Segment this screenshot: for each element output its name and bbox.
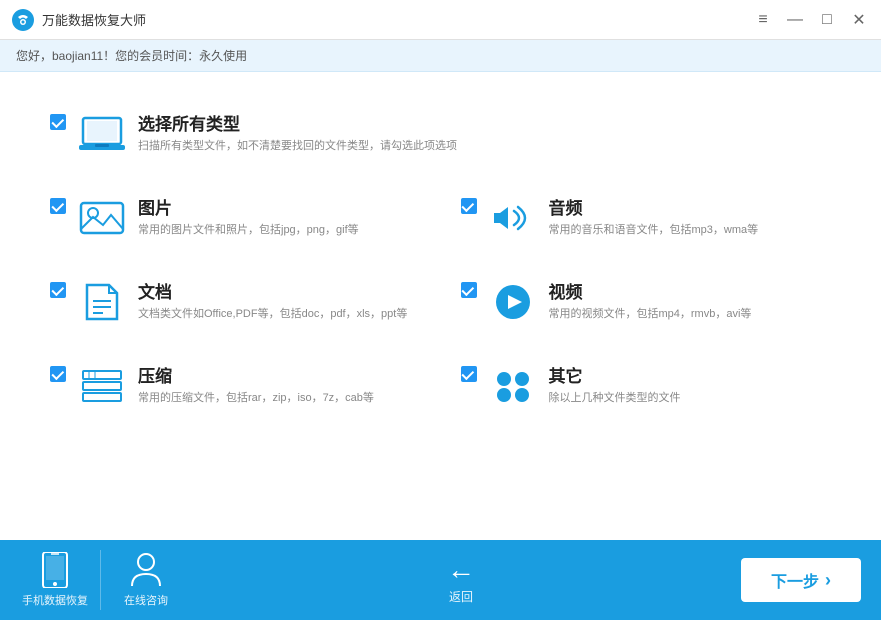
category-document-name: 文档 <box>138 278 421 303</box>
category-all-info: 选择所有类型 扫描所有类型文件，如不清楚要找回的文件类型，请勾选此项选项 <box>138 110 831 154</box>
category-video-name: 视频 <box>549 278 832 303</box>
hamburger-icon[interactable]: ≡ <box>753 10 773 30</box>
category-document[interactable]: 文档 文档类文件如Office,PDF等，包括doc，pdf，xls，ppt等 <box>30 260 441 344</box>
person-icon <box>128 552 164 588</box>
online-consult-button[interactable]: 在线咨询 <box>111 545 181 615</box>
close-button[interactable]: ✕ <box>849 10 869 30</box>
main-content: 选择所有类型 扫描所有类型文件，如不清楚要找回的文件类型，请勾选此项选项 图片 … <box>0 72 881 540</box>
restore-button[interactable]: □ <box>817 10 837 30</box>
next-step-label: 下一步 <box>771 568 819 592</box>
category-audio-info: 音频 常用的音乐和语音文件，包括mp3，wma等 <box>549 194 832 238</box>
checkbox-all[interactable] <box>50 114 66 130</box>
audio-icon <box>489 194 537 242</box>
phone-icon <box>37 552 73 588</box>
category-grid: 选择所有类型 扫描所有类型文件，如不清楚要找回的文件类型，请勾选此项选项 图片 … <box>30 92 851 428</box>
checkbox-video[interactable] <box>461 282 477 298</box>
app-logo <box>12 9 34 31</box>
category-audio-desc: 常用的音乐和语音文件，包括mp3，wma等 <box>549 223 832 238</box>
category-audio-name: 音频 <box>549 194 832 219</box>
category-document-desc: 文档类文件如Office,PDF等，包括doc，pdf，xls，ppt等 <box>138 307 421 322</box>
category-all[interactable]: 选择所有类型 扫描所有类型文件，如不清楚要找回的文件类型，请勾选此项选项 <box>30 92 851 176</box>
bottom-center: ← 返回 <box>181 556 741 605</box>
back-label: 返回 <box>449 588 473 605</box>
back-arrow-icon: ← <box>447 556 475 584</box>
bottom-bar: 手机数据恢复 在线咨询 ← 返回 下一步 › <box>0 540 881 620</box>
category-image[interactable]: 图片 常用的图片文件和照片，包括jpg，png，gif等 <box>30 176 441 260</box>
phone-recovery-label: 手机数据恢复 <box>22 592 88 608</box>
member-info: 您好，baojian11！您的会员时间：永久使用 <box>16 47 247 64</box>
divider-1 <box>100 550 101 610</box>
next-step-button[interactable]: 下一步 › <box>741 558 861 602</box>
category-video[interactable]: 视频 常用的视频文件，包括mp4，rmvb，avi等 <box>441 260 852 344</box>
image-icon <box>78 194 126 242</box>
laptop-icon <box>78 110 126 158</box>
category-other-desc: 除以上几种文件类型的文件 <box>549 391 832 406</box>
category-video-desc: 常用的视频文件，包括mp4，rmvb，avi等 <box>549 307 832 322</box>
window-controls: ≡ — □ ✕ <box>753 10 869 30</box>
document-icon <box>78 278 126 326</box>
checkbox-other[interactable] <box>461 366 477 382</box>
category-image-info: 图片 常用的图片文件和照片，包括jpg，png，gif等 <box>138 194 421 238</box>
checkbox-compress[interactable] <box>50 366 66 382</box>
checkbox-document[interactable] <box>50 282 66 298</box>
checkbox-audio[interactable] <box>461 198 477 214</box>
category-image-desc: 常用的图片文件和照片，包括jpg，png，gif等 <box>138 223 421 238</box>
app-title: 万能数据恢复大师 <box>42 10 753 29</box>
category-other-name: 其它 <box>549 362 832 387</box>
category-audio[interactable]: 音频 常用的音乐和语音文件，包括mp3，wma等 <box>441 176 852 260</box>
title-bar: 万能数据恢复大师 ≡ — □ ✕ <box>0 0 881 40</box>
online-consult-label: 在线咨询 <box>124 592 168 608</box>
phone-recovery-button[interactable]: 手机数据恢复 <box>20 545 90 615</box>
category-video-info: 视频 常用的视频文件，包括mp4，rmvb，avi等 <box>549 278 832 322</box>
category-image-name: 图片 <box>138 194 421 219</box>
category-all-desc: 扫描所有类型文件，如不清楚要找回的文件类型，请勾选此项选项 <box>138 139 831 154</box>
category-compress-info: 压缩 常用的压缩文件，包括rar，zip，iso，7z，cab等 <box>138 362 421 406</box>
category-all-name: 选择所有类型 <box>138 110 831 135</box>
minimize-button[interactable]: — <box>785 10 805 30</box>
category-other-info: 其它 除以上几种文件类型的文件 <box>549 362 832 406</box>
info-bar: 您好，baojian11！您的会员时间：永久使用 <box>0 40 881 72</box>
compress-icon <box>78 362 126 410</box>
next-arrow-icon: › <box>825 570 831 591</box>
back-button[interactable]: ← 返回 <box>447 556 475 605</box>
other-icon <box>489 362 537 410</box>
video-icon <box>489 278 537 326</box>
category-other[interactable]: 其它 除以上几种文件类型的文件 <box>441 344 852 428</box>
category-compress[interactable]: 压缩 常用的压缩文件，包括rar，zip，iso，7z，cab等 <box>30 344 441 428</box>
category-compress-desc: 常用的压缩文件，包括rar，zip，iso，7z，cab等 <box>138 391 421 406</box>
checkbox-image[interactable] <box>50 198 66 214</box>
category-compress-name: 压缩 <box>138 362 421 387</box>
category-document-info: 文档 文档类文件如Office,PDF等，包括doc，pdf，xls，ppt等 <box>138 278 421 322</box>
